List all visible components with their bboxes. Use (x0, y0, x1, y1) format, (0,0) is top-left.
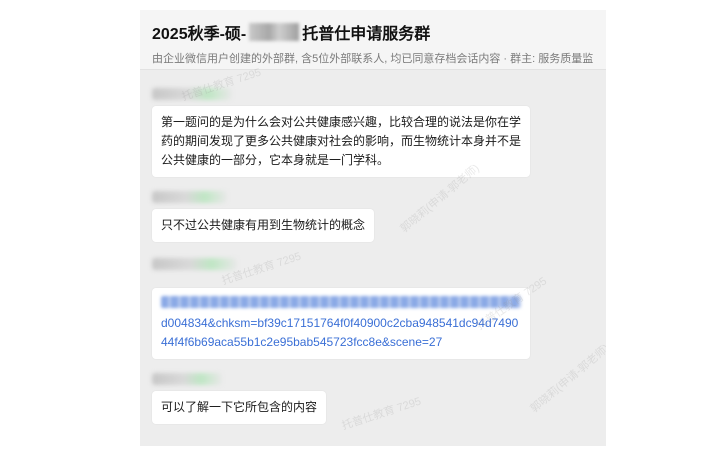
message-bubble[interactable]: 第一题问的是为什么会对公共健康感兴趣，比较合理的说法是你在学药的期间发现了更多公… (152, 106, 530, 177)
sender-name-redacted (152, 373, 222, 385)
group-title-suffix: 托普仕申请服务群 (302, 26, 431, 43)
message-bubble[interactable]: 可以了解一下它所包含的内容 (152, 391, 327, 424)
group-title-prefix: 2025秋季-硕- (152, 26, 247, 43)
message-link[interactable]: d004834&chksm=bf39c17151764f0f40900c2cba… (161, 314, 521, 352)
sender-name-redacted (152, 88, 232, 100)
chat-window: 2025秋季-硕- 托普仕申请服务群 由企业微信用户创建的外部群, 含5位外部联… (140, 10, 606, 446)
message-list[interactable]: 第一题问的是为什么会对公共健康感兴趣，比较合理的说法是你在学药的期间发现了更多公… (140, 88, 606, 424)
chat-header: 2025秋季-硕- 托普仕申请服务群 由企业微信用户创建的外部群, 含5位外部联… (140, 10, 606, 70)
redacted-link-part (161, 296, 521, 308)
link-message-bubble[interactable]: d004834&chksm=bf39c17151764f0f40900c2cba… (152, 288, 530, 359)
sender-name-redacted (152, 191, 227, 203)
sender-name-redacted (152, 258, 237, 270)
group-subtitle: 由企业微信用户创建的外部群, 含5位外部联系人, 均已同意存档会话内容 · 群主… (152, 53, 594, 65)
group-title[interactable]: 2025秋季-硕- 托普仕申请服务群 (152, 10, 606, 44)
redacted-title-part (249, 23, 300, 41)
message-bubble[interactable]: 只不过公共健康有用到生物统计的概念 (152, 209, 375, 242)
